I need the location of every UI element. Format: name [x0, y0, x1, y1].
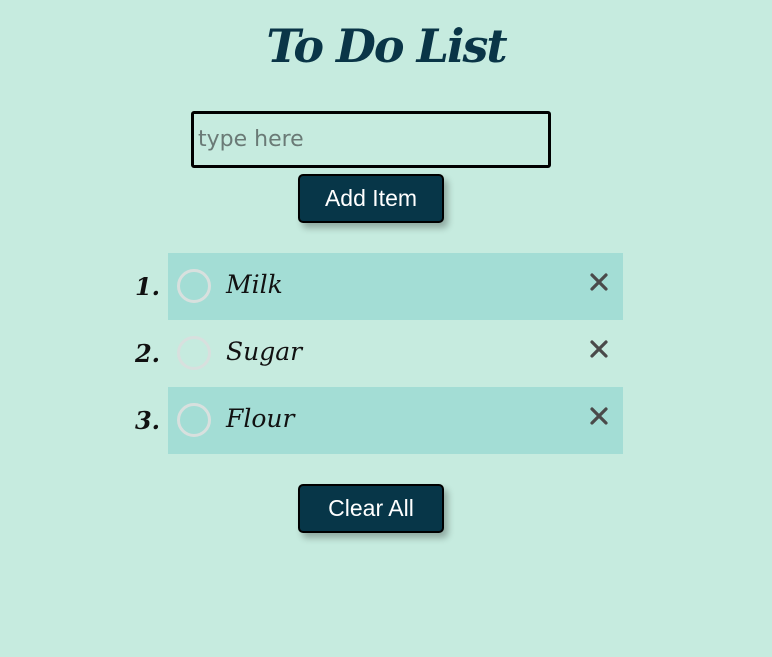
todo-list: 1. Milk 2. Sugar 3. Flour [130, 253, 623, 454]
item-label: Sugar [226, 337, 303, 366]
circle-check-icon[interactable] [177, 403, 211, 437]
close-icon[interactable] [586, 269, 612, 295]
circle-check-icon[interactable] [177, 269, 211, 303]
item-number: 2. [134, 339, 160, 368]
item-number: 1. [134, 272, 160, 301]
list-item: 1. Milk [130, 253, 623, 320]
item-label: Milk [226, 270, 283, 299]
list-item: 2. Sugar [130, 320, 623, 387]
close-icon[interactable] [586, 403, 612, 429]
todo-input[interactable] [191, 111, 551, 168]
clear-all-button[interactable]: Clear All [298, 484, 444, 533]
circle-check-icon[interactable] [177, 336, 211, 370]
list-item: 3. Flour [130, 387, 623, 454]
close-icon[interactable] [586, 336, 612, 362]
add-item-button[interactable]: Add Item [298, 174, 444, 223]
page-title: To Do List [266, 19, 507, 73]
item-number: 3. [134, 406, 160, 435]
item-label: Flour [226, 404, 295, 433]
